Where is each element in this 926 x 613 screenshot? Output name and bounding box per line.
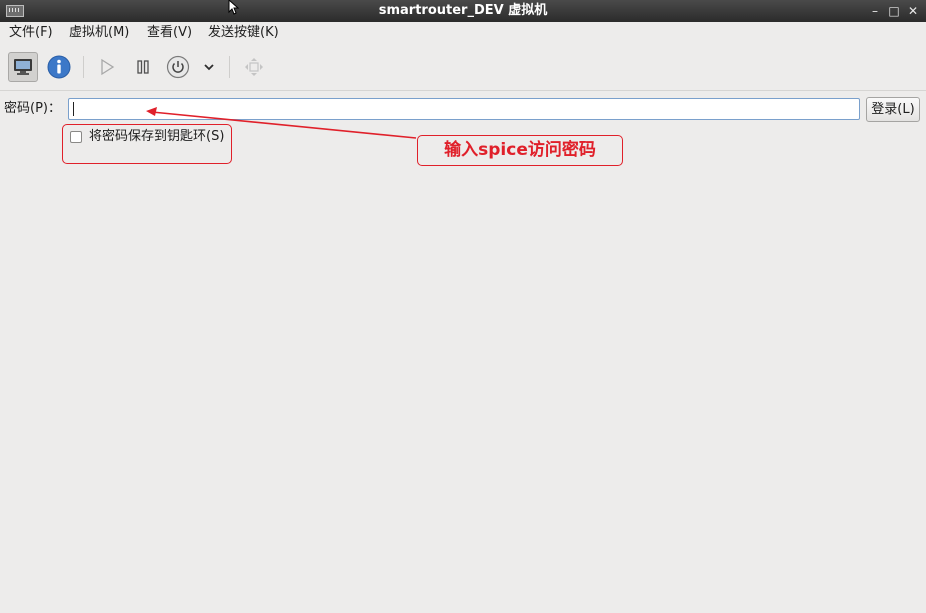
run-button[interactable] <box>92 52 122 82</box>
login-button[interactable]: 登录(L) <box>866 97 920 122</box>
annotation-callout-text: 输入spice访问密码 <box>444 140 596 160</box>
pause-button[interactable] <box>128 52 158 82</box>
password-label: 密码(P)： <box>4 101 61 116</box>
pause-icon <box>137 60 149 74</box>
minimize-button[interactable]: – <box>867 3 883 19</box>
menu-bar: 文件(F) 虚拟机(M) 查看(V) 发送按键(K) <box>0 22 926 44</box>
shutdown-button[interactable] <box>163 52 193 82</box>
text-caret <box>73 102 74 116</box>
close-button[interactable]: ✕ <box>905 3 921 19</box>
menu-vm[interactable]: 虚拟机(M) <box>69 22 129 44</box>
monitor-icon <box>14 59 32 75</box>
info-icon <box>47 55 71 79</box>
chevron-down-icon <box>204 64 214 71</box>
play-icon <box>101 58 115 76</box>
mouse-cursor-icon <box>228 0 240 15</box>
toolbar-separator <box>229 56 230 78</box>
title-bar: smartrouter_DEV 虚拟机 – □ ✕ <box>0 0 926 22</box>
fullscreen-button[interactable] <box>239 52 269 82</box>
menu-send-key[interactable]: 发送按键(K) <box>208 22 279 44</box>
shutdown-menu-button[interactable] <box>196 52 222 82</box>
toolbar <box>0 44 926 91</box>
menu-view[interactable]: 查看(V) <box>147 22 192 44</box>
password-input[interactable] <box>68 98 860 120</box>
maximize-button[interactable]: □ <box>886 3 902 19</box>
annotation-arrow <box>146 107 417 139</box>
toolbar-separator <box>83 56 84 78</box>
details-button[interactable] <box>44 52 74 82</box>
vm-viewer-window: smartrouter_DEV 虚拟机 – □ ✕ 文件(F) 虚拟机(M) 查… <box>0 0 926 613</box>
console-button[interactable] <box>8 52 38 82</box>
fullscreen-move-icon <box>245 58 263 76</box>
power-icon <box>166 55 190 79</box>
window-title: smartrouter_DEV 虚拟机 <box>378 3 548 18</box>
annotation-highlight-box <box>62 124 232 164</box>
menu-file[interactable]: 文件(F) <box>9 22 53 44</box>
